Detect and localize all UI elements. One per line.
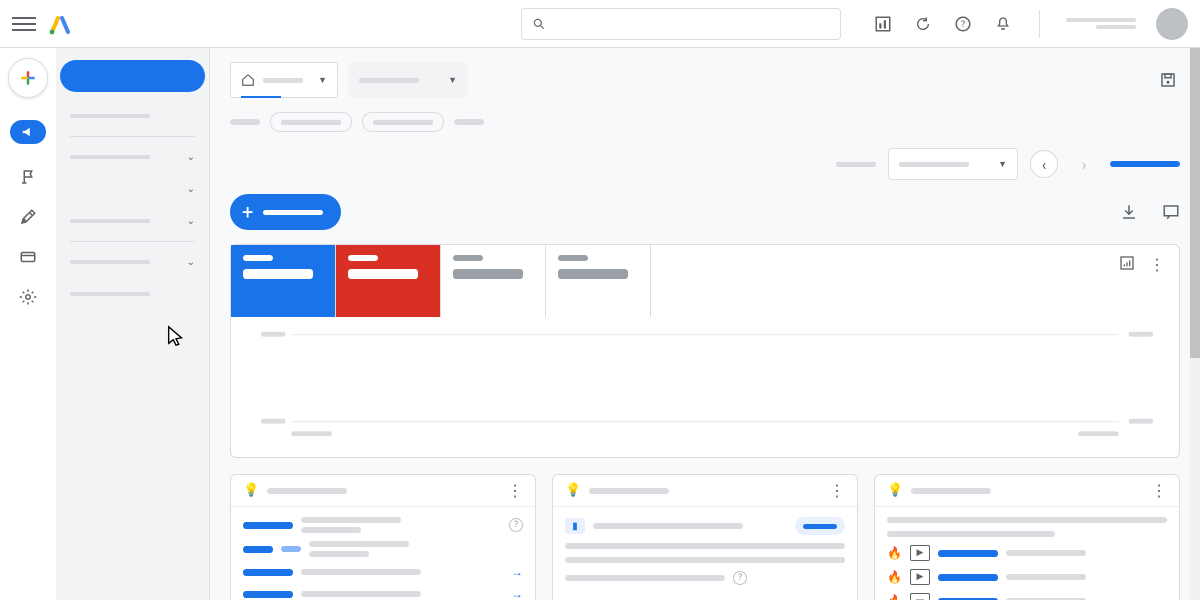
nav-item-5[interactable]: ⌄ [56, 246, 209, 278]
caret-down-icon: ▼ [448, 75, 457, 86]
nav-item-4[interactable]: ⌄ [56, 205, 209, 237]
lightbulb-icon: 💡 [565, 483, 581, 498]
status-badge [795, 517, 845, 535]
top-header: ? [0, 0, 1200, 48]
notifications-icon[interactable] [993, 14, 1013, 34]
user-avatar[interactable] [1156, 8, 1188, 40]
metric-tile-4[interactable] [546, 245, 651, 317]
filter-chip-1[interactable] [270, 112, 352, 132]
svg-text:?: ? [961, 20, 965, 30]
account-selector[interactable]: ▼ [230, 62, 338, 98]
flame-icon: 🔥 [887, 570, 902, 584]
plus-icon: + [242, 200, 253, 224]
home-icon [241, 73, 255, 87]
insight-card-3: 💡⋮ 🔥▶ 🔥▶ 🔥▭ [874, 474, 1180, 600]
caret-down-icon: ▼ [318, 75, 327, 86]
crumb-2[interactable] [454, 119, 484, 125]
google-ads-logo-icon [48, 12, 72, 36]
rail-item-admin[interactable] [19, 288, 37, 306]
megaphone-icon [10, 120, 46, 144]
metric-tiles: ⋮ [231, 245, 1179, 317]
chevron-down-icon: ⌄ [187, 257, 195, 268]
info-icon[interactable]: ? [509, 518, 523, 532]
list-item[interactable]: 🔥▶ [887, 545, 1167, 561]
metric-tile-2[interactable] [336, 245, 441, 317]
fab-row: + [210, 188, 1200, 244]
scrollbar-thumb[interactable] [1190, 48, 1200, 358]
scope-bar: ▼ ▼ [210, 48, 1200, 112]
chevron-down-icon: ⌄ [187, 184, 195, 195]
more-icon[interactable]: ⋮ [829, 481, 845, 500]
compare-link[interactable] [1110, 161, 1180, 167]
nav-item-1[interactable] [56, 100, 209, 132]
date-range-selector[interactable]: ▼ [888, 148, 1018, 180]
date-prev-button[interactable]: ‹ [1030, 150, 1058, 178]
insight-card-1: 💡⋮ ? → → → [230, 474, 536, 600]
search-input[interactable] [554, 16, 830, 31]
caret-down-icon: ▼ [998, 159, 1007, 170]
feedback-icon[interactable] [1162, 203, 1180, 221]
create-button[interactable] [8, 58, 48, 98]
crumb-1[interactable] [230, 119, 260, 125]
video-type-icon: ▶ [910, 569, 930, 585]
secondary-nav: ⌄ ⌄ ⌄ ⌄ [56, 48, 210, 600]
chevron-down-icon: ⌄ [187, 152, 195, 163]
plus-multicolor-icon [18, 68, 38, 88]
rail-item-campaigns[interactable] [10, 120, 46, 146]
performance-chart[interactable] [231, 317, 1179, 457]
list-item[interactable]: 🔥▶ [887, 569, 1167, 585]
info-icon[interactable]: ? [733, 571, 747, 585]
download-icon[interactable] [1120, 203, 1138, 221]
flame-icon: 🔥 [887, 546, 902, 560]
reports-icon[interactable] [873, 14, 893, 34]
video-type-icon: ▶ [910, 545, 930, 561]
save-view-icon[interactable] [1156, 68, 1180, 92]
new-campaign-button[interactable]: + [230, 194, 341, 230]
arrow-right-icon[interactable]: → [511, 587, 523, 600]
menu-icon[interactable] [12, 12, 36, 36]
insight-cards: 💡⋮ ? → → → 💡⋮ ▮ ? 💡⋮ [210, 458, 1200, 600]
account-label[interactable] [1066, 18, 1136, 29]
more-icon[interactable]: ⋮ [1149, 255, 1165, 274]
help-icon[interactable]: ? [953, 14, 973, 34]
list-item[interactable]: 🔥▭ [887, 593, 1167, 600]
rail-item-billing[interactable] [19, 248, 37, 266]
rail-item-tools[interactable] [19, 208, 37, 226]
display-type-icon: ▭ [910, 593, 930, 600]
nav-item-6[interactable] [56, 278, 209, 310]
scorecard-chart-card: ⋮ [230, 244, 1180, 458]
nav-item-2[interactable]: ⌄ [56, 141, 209, 173]
metric-tile-1[interactable] [231, 245, 336, 317]
campaign-selector[interactable]: ▼ [348, 62, 468, 98]
product-logo[interactable] [48, 12, 78, 36]
search-icon [532, 17, 546, 31]
header-actions: ? [873, 8, 1188, 40]
refresh-icon[interactable] [913, 14, 933, 34]
filter-crumbs [210, 112, 1200, 132]
more-icon[interactable]: ⋮ [507, 481, 523, 500]
icon-rail [0, 48, 56, 600]
main-content: ▼ ▼ ▼ ‹ › + [210, 48, 1200, 600]
nav-item-campaigns[interactable]: ⌄ [56, 173, 209, 205]
title-row: ▼ ‹ › [210, 140, 1200, 188]
metric-tile-3[interactable] [441, 245, 546, 317]
lightbulb-icon: 💡 [887, 483, 903, 498]
arrow-right-icon[interactable]: → [511, 565, 523, 579]
lightbulb-icon: 💡 [243, 483, 259, 498]
insight-card-2: 💡 ⋮ ▮ ? [552, 474, 858, 600]
filter-chip-2[interactable] [362, 112, 444, 132]
bar-chart-icon: ▮ [565, 518, 585, 534]
date-next-button[interactable]: › [1070, 150, 1098, 178]
date-label [836, 162, 876, 167]
chevron-down-icon: ⌄ [187, 216, 195, 227]
search-box[interactable] [521, 8, 841, 40]
flame-icon: 🔥 [887, 594, 902, 600]
expand-chart-icon[interactable] [1119, 255, 1135, 275]
rail-item-goals[interactable] [19, 168, 37, 186]
nav-item-overview[interactable] [60, 60, 205, 92]
more-icon[interactable]: ⋮ [1151, 481, 1167, 500]
